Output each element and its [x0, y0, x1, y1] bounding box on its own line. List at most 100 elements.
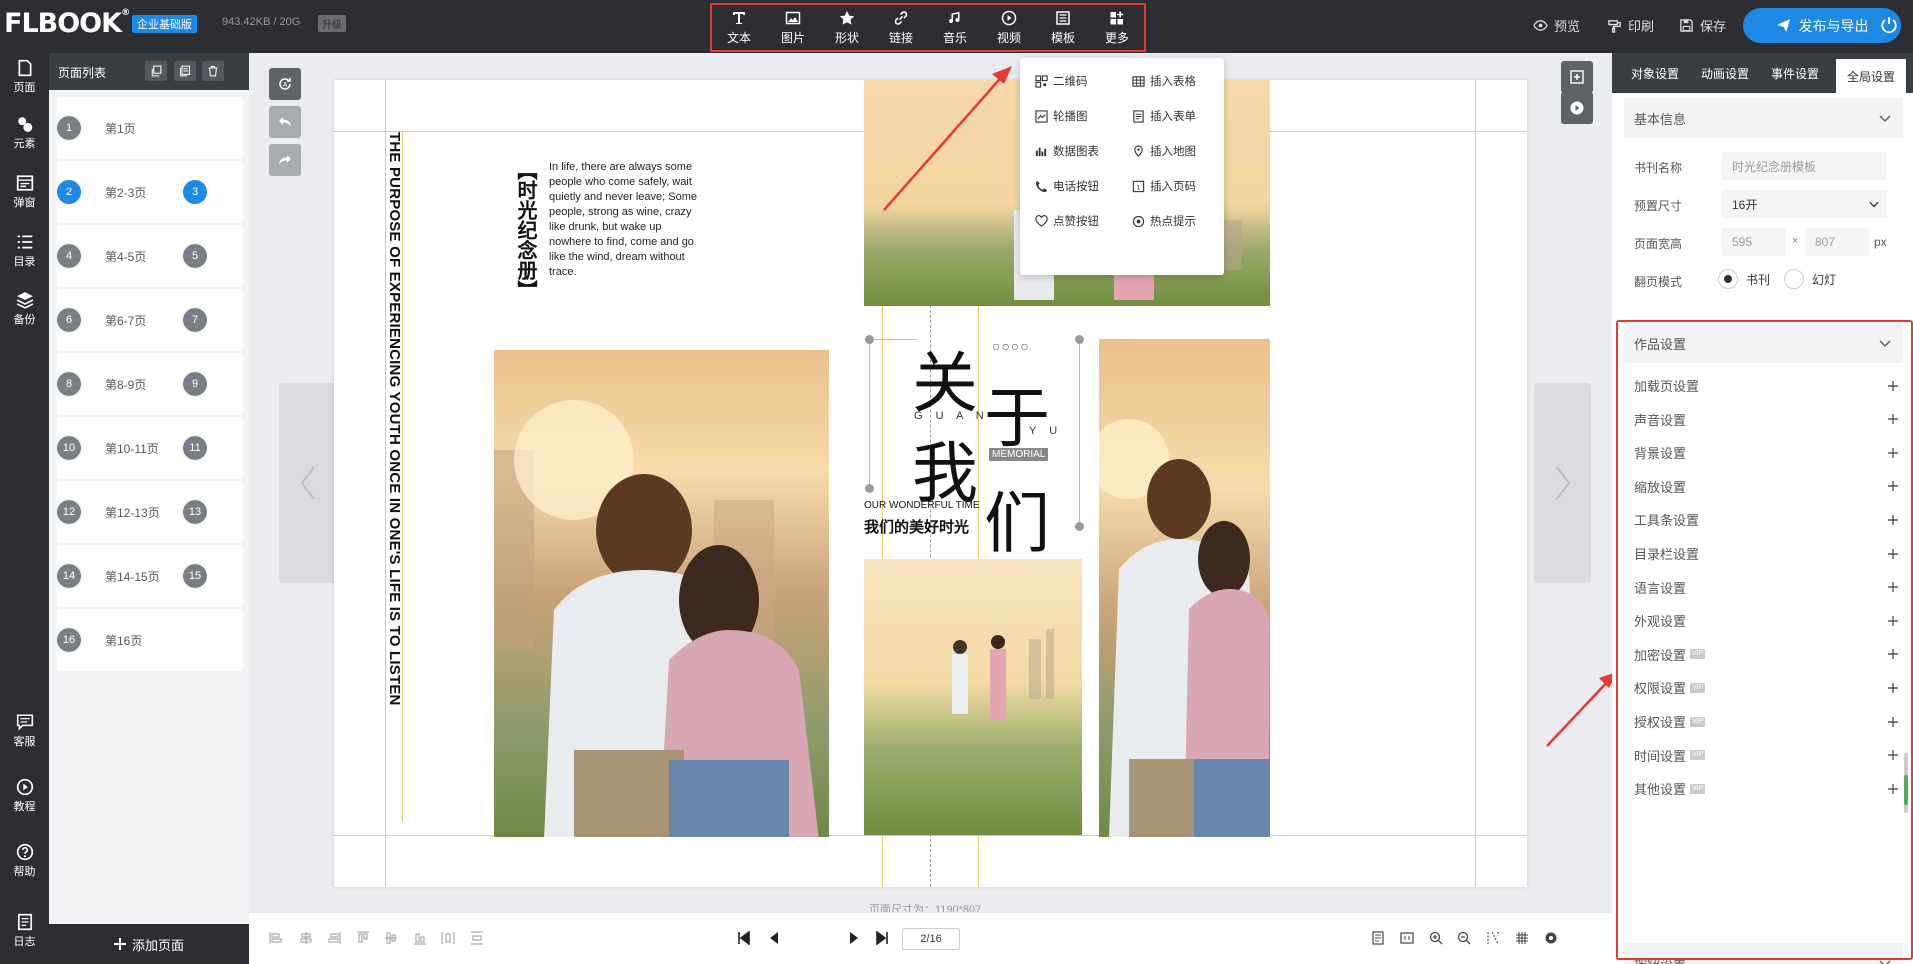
tool-link[interactable]: 链接: [875, 10, 927, 46]
preset-size-select[interactable]: 16开: [1722, 190, 1887, 218]
logo-text: FLBOOK: [4, 8, 122, 39]
nav-backup[interactable]: 备份: [0, 291, 49, 327]
nav-service[interactable]: 客服: [0, 713, 49, 749]
big-char-yu: 于: [984, 380, 1050, 457]
prev-page-arrow[interactable]: [279, 383, 336, 583]
settings-gear-icon[interactable]: [1544, 931, 1558, 945]
menu-item-carousel[interactable]: 轮播图: [1035, 108, 1088, 124]
menu-item-hotspot[interactable]: 热点提示: [1132, 213, 1196, 229]
next-page-icon[interactable]: [847, 931, 861, 945]
page-card[interactable]: 8 第8-9页 9: [57, 353, 243, 415]
page-card[interactable]: 6 第6-7页 7: [57, 289, 243, 351]
auto-layout-button[interactable]: A: [269, 68, 301, 100]
tab-object-settings[interactable]: 对象设置: [1620, 53, 1690, 93]
nav-toc[interactable]: 目录: [0, 233, 49, 269]
nav-tutorial[interactable]: 教程: [0, 778, 49, 814]
tool-text[interactable]: 文本: [713, 10, 765, 46]
document-icon[interactable]: [1371, 931, 1385, 945]
basic-info-header[interactable]: 基本信息: [1624, 98, 1903, 138]
logo-mark: ®: [121, 8, 130, 18]
couple-walk-photo-bottom[interactable]: [864, 559, 1082, 835]
couple-photo-right[interactable]: [1099, 339, 1270, 837]
first-page-icon[interactable]: [737, 931, 751, 945]
couple-right-illustration: [1099, 419, 1270, 837]
delete-page-button[interactable]: [202, 61, 224, 81]
print-button[interactable]: 印刷: [1607, 16, 1654, 35]
menu-item-chart[interactable]: 数据图表: [1035, 143, 1099, 159]
flip-mode-slide[interactable]: 幻灯: [1784, 269, 1836, 289]
duplicate-page-button[interactable]: [174, 61, 196, 81]
tab-global-settings[interactable]: 全局设置: [1836, 59, 1906, 93]
play-preview-button[interactable]: [1561, 92, 1593, 124]
next-page-arrow[interactable]: [1534, 383, 1591, 583]
align-center-icon[interactable]: [299, 931, 313, 945]
guides-icon[interactable]: [1486, 931, 1500, 945]
add-page-button[interactable]: 添加页面: [49, 924, 249, 964]
prev-page-icon[interactable]: [767, 931, 781, 945]
tool-music[interactable]: 音乐: [929, 10, 981, 46]
align-bottom-icon[interactable]: [413, 931, 427, 945]
redo-button[interactable]: [269, 144, 301, 176]
menu-item-qrcode[interactable]: 二维码: [1035, 73, 1088, 89]
menu-item-table[interactable]: 插入表格: [1132, 73, 1196, 89]
save-button[interactable]: 保存: [1679, 16, 1726, 35]
power-icon[interactable]: [1880, 16, 1898, 34]
tool-template[interactable]: 模板: [1037, 10, 1089, 46]
tab-event-settings[interactable]: 事件设置: [1760, 53, 1830, 93]
upgrade-button[interactable]: 升级: [318, 15, 346, 32]
zoom-in-icon[interactable]: [1429, 931, 1443, 945]
undo-button[interactable]: [269, 106, 301, 138]
map-icon: [1134, 144, 1143, 157]
radio-book[interactable]: [1718, 269, 1738, 289]
nav-help[interactable]: 帮助: [0, 843, 49, 879]
tool-image[interactable]: 图片: [767, 10, 819, 46]
chart-icon: [1035, 147, 1047, 156]
flip-mode-book[interactable]: 书刊: [1718, 269, 1770, 289]
distribute-h-icon[interactable]: [441, 931, 455, 945]
add-page-canvas-button[interactable]: [1561, 61, 1593, 93]
chevron-down-icon: [1869, 201, 1879, 208]
page-width-input[interactable]: 595: [1722, 228, 1786, 256]
page-card[interactable]: 4 第4-5页 5: [57, 225, 243, 287]
tool-shape[interactable]: 形状: [821, 10, 873, 46]
zoom-out-icon[interactable]: [1457, 931, 1471, 945]
page-card[interactable]: 10 第10-11页 11: [57, 417, 243, 479]
couple-photo-left[interactable]: [494, 350, 829, 837]
page-list-title: 页面列表: [58, 66, 107, 80]
page-card[interactable]: 12 第12-13页 13: [57, 481, 243, 543]
align-middle-icon[interactable]: [384, 931, 398, 945]
page-height-input[interactable]: 807: [1805, 228, 1869, 256]
grid-icon[interactable]: [1515, 931, 1529, 945]
nav-elements[interactable]: 元素: [0, 115, 49, 151]
book-name-input[interactable]: 时光纪念册模板: [1722, 152, 1887, 180]
align-right-icon[interactable]: [327, 931, 341, 945]
preview-button[interactable]: 预览: [1533, 16, 1580, 35]
settings-tabs: 对象设置 动画设置 事件设置 全局设置: [1612, 53, 1913, 93]
copy-page-button[interactable]: [145, 61, 167, 81]
page-card[interactable]: 16 第16页: [57, 609, 243, 671]
page-number-input[interactable]: 2/16: [902, 928, 960, 950]
radio-slide[interactable]: [1784, 269, 1804, 289]
tool-more[interactable]: 更多: [1091, 10, 1143, 46]
page-card[interactable]: 2 第2-3页 3: [57, 161, 243, 223]
last-page-icon[interactable]: [875, 931, 889, 945]
fit-page-icon[interactable]: [1400, 931, 1414, 945]
nav-page[interactable]: 页面: [0, 59, 49, 95]
menu-item-map[interactable]: 插入地图: [1132, 143, 1196, 159]
page-card[interactable]: 1 第1页: [57, 97, 243, 159]
tool-video[interactable]: 视频: [983, 10, 1035, 46]
menu-item-form[interactable]: 插入表单: [1132, 108, 1196, 124]
distribute-v-icon[interactable]: [470, 931, 484, 945]
page-number-right: 3: [183, 180, 207, 204]
menu-item-phone[interactable]: 电话按钮: [1035, 178, 1099, 194]
tab-animation-settings[interactable]: 动画设置: [1690, 53, 1760, 93]
page-card[interactable]: 14 第14-15页 15: [57, 545, 243, 607]
align-top-icon[interactable]: [356, 931, 370, 945]
menu-item-pagenum[interactable]: 1 插入页码: [1132, 178, 1196, 194]
page-number-left: 6: [57, 308, 81, 332]
menu-item-like[interactable]: 点赞按钮: [1035, 213, 1099, 229]
nav-popup[interactable]: 弹窗: [0, 174, 49, 210]
align-left-icon[interactable]: [269, 931, 283, 945]
nav-log[interactable]: 日志: [0, 913, 49, 949]
publish-export-button[interactable]: 发布与导出: [1743, 8, 1901, 43]
